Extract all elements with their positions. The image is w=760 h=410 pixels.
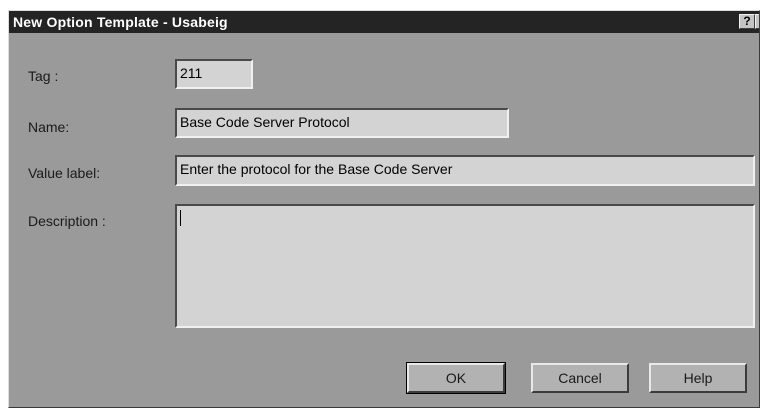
text-cursor xyxy=(180,210,181,226)
help-button[interactable]: Help xyxy=(649,363,747,393)
description-label: Description : xyxy=(28,213,106,229)
tag-field[interactable]: 211 xyxy=(175,59,253,89)
value-label-value: Enter the protocol for the Base Code Ser… xyxy=(180,161,453,177)
window-title: New Option Template - Usabeig xyxy=(13,14,228,30)
name-label: Name: xyxy=(28,119,70,135)
description-textarea[interactable] xyxy=(175,204,755,328)
name-value: Base Code Server Protocol xyxy=(180,114,350,130)
value-label-label: Value label: xyxy=(28,165,101,181)
tag-value: 211 xyxy=(180,65,203,81)
close-icon[interactable]: X xyxy=(755,14,759,29)
tag-label: Tag : xyxy=(28,68,59,84)
new-option-template-dialog: New Option Template - Usabeig ? X Tag : … xyxy=(8,10,760,408)
ok-button[interactable]: OK xyxy=(406,362,506,394)
value-label-field[interactable]: Enter the protocol for the Base Code Ser… xyxy=(175,155,755,186)
name-field[interactable]: Base Code Server Protocol xyxy=(175,108,509,138)
help-icon[interactable]: ? xyxy=(739,14,755,29)
cancel-button[interactable]: Cancel xyxy=(531,363,629,393)
title-bar[interactable]: New Option Template - Usabeig ? X xyxy=(9,11,759,33)
